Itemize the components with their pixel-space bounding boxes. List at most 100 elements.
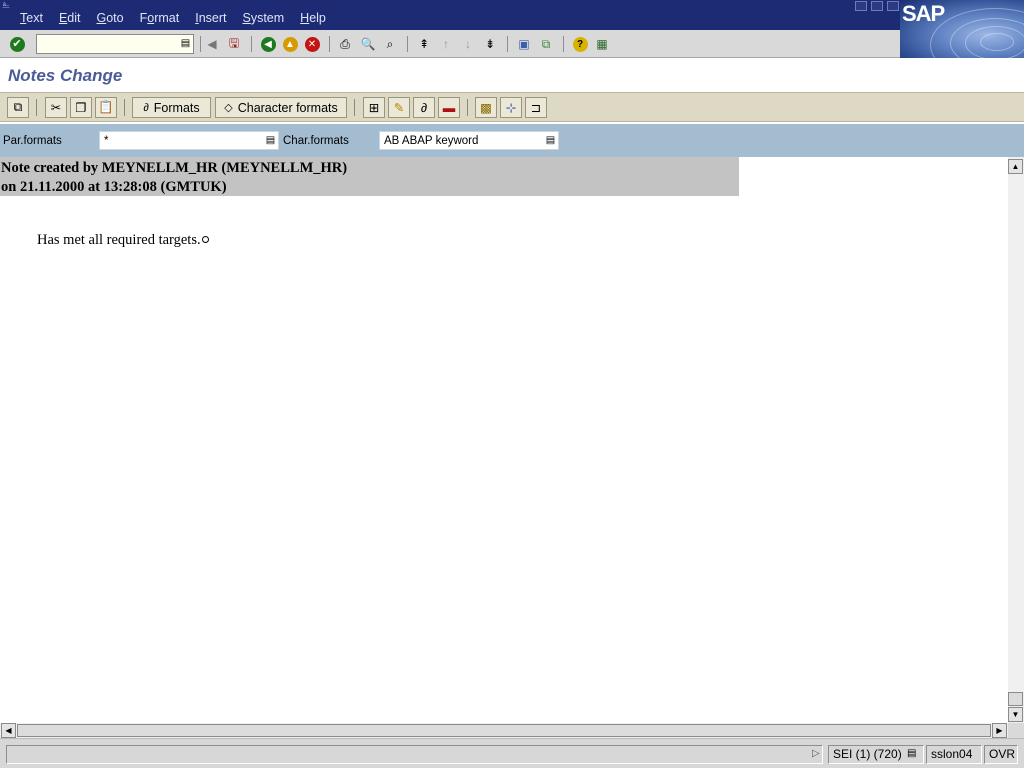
note-body-line[interactable]: Has met all required targets. [37,232,209,249]
insert-mode[interactable]: OVR [984,745,1018,764]
separator [467,99,468,116]
create-session-icon[interactable]: ▣ [515,35,533,53]
insert-command-icon: ⊞ [368,101,380,115]
previous-page-icon[interactable]: ↑ [437,35,455,53]
menu-edit[interactable]: Edit [51,11,89,25]
char-formats-input[interactable] [380,132,540,149]
copy-document-icon: ⧉ [13,100,23,114]
save-icon[interactable]: 🖫 [225,35,243,53]
character-formats-icon: ◇ [224,102,233,114]
paragraph-mark-icon [201,236,209,243]
separator [407,36,408,52]
copy-document-button[interactable]: ⧉ [7,97,29,118]
layout-menu-icon[interactable]: ▦ [593,35,611,53]
note-header-line-1: Note created by MEYNELLM_HR (MEYNELLM_HR… [1,160,348,176]
status-message-area [6,745,823,764]
structure-button[interactable]: ⊹ [500,97,522,118]
shortcut-icon[interactable]: ⧉ [537,35,555,53]
separator [200,36,201,52]
horizontal-scrollbar[interactable]: ◀ ▶ [0,723,1008,738]
menu-text[interactable]: Text [12,11,51,25]
find-next-icon[interactable]: ⌕ [381,35,399,53]
last-page-icon[interactable]: ⇟ [481,35,499,53]
char-formats-label: Char.formats [283,135,349,147]
paste-button[interactable]: 📋 [95,97,117,118]
delete-line-icon: ▬ [442,100,456,115]
enter-icon[interactable]: ✔ [8,35,26,53]
menu: Text Edit Goto Format Insert System Help [12,11,334,25]
par-formats-label: Par.formats [3,135,62,147]
separator [354,99,355,116]
vertical-scrollbar[interactable]: ▲ ▼ [1008,157,1024,723]
status-expand-icon[interactable]: ▷ [812,748,820,759]
application-toolbar: ⧉ ✂ ❐ 📋 ∂ Formats ◇ Character formats ⊞ ✎ … [0,92,1024,122]
command-history-icon[interactable]: ▤ [180,38,191,50]
cancel-icon[interactable]: ✕ [303,35,321,53]
session-list-icon[interactable]: ▤ [907,748,916,759]
scrollbar-corner [1008,723,1024,738]
sap-logo: SAP [902,1,945,26]
format-button[interactable]: ∂ [413,97,435,118]
separator [563,36,564,52]
separator [36,99,37,116]
copy-button[interactable]: ❐ [70,97,92,118]
separator [507,36,508,52]
select-block-button[interactable]: ▩ [475,97,497,118]
print-icon[interactable]: ⎙ [336,35,354,53]
char-formats-dropdown-icon[interactable]: ▤ [545,135,556,147]
cut-button[interactable]: ✂ [45,97,67,118]
edit-pencil-button[interactable]: ✎ [388,97,410,118]
copy-icon: ❐ [75,101,87,115]
menu-format[interactable]: Format [132,11,188,25]
note-editor[interactable]: Note created by MEYNELLM_HR (MEYNELLM_HR… [0,157,1008,723]
formats-icon: ∂ [143,101,149,114]
next-page-icon[interactable]: ↓ [459,35,477,53]
note-header: Note created by MEYNELLM_HR (MEYNELLM_HR… [0,157,739,196]
par-formats-field[interactable]: ▤ [99,131,279,150]
close-window-button[interactable] [887,1,899,11]
minimize-button[interactable] [855,1,867,11]
insert-command-button[interactable]: ⊞ [363,97,385,118]
format-fields-row: Par.formats ▤ Char.formats ▤ [0,124,1024,157]
paste-icon: 📋 [98,100,114,114]
structure-icon: ⊹ [505,101,517,115]
status-bar: ▷ SEI (1) (720) ▤ sslon04 OVR [0,738,1024,768]
select-block-icon: ▩ [480,101,492,115]
title-area: Notes Change [0,58,1024,92]
back-arrow-icon[interactable]: ◀ [203,35,221,53]
scroll-left-icon[interactable]: ◀ [1,723,16,738]
scroll-right-icon[interactable]: ▶ [992,723,1007,738]
menu-goto[interactable]: Goto [88,11,131,25]
separator [329,36,330,52]
formats-button[interactable]: ∂ Formats [132,97,211,118]
exit-icon[interactable]: ▲ [281,35,299,53]
app-menu-icon[interactable]: ⎁ [2,1,14,11]
separator [124,99,125,116]
par-formats-input[interactable] [100,132,260,149]
comment-icon: ⊐ [530,101,542,115]
first-page-icon[interactable]: ⇞ [415,35,433,53]
standard-toolbar: ✔ ▤ ◀ 🖫 ◀ ▲ ✕ ⎙ 🔍 ⌕ ⇞ ↑ ↓ ⇟ ▣ ⧉ ? ▦ [0,30,900,58]
character-formats-button[interactable]: ◇ Character formats [215,97,347,118]
par-formats-dropdown-icon[interactable]: ▤ [265,135,276,147]
pencil-icon: ✎ [393,101,405,115]
menu-insert[interactable]: Insert [187,11,234,25]
menu-system[interactable]: System [234,11,292,25]
delete-line-button[interactable]: ▬ [438,97,460,118]
command-input[interactable] [37,35,173,53]
scroll-down-icon[interactable]: ▼ [1008,707,1023,722]
cut-icon: ✂ [50,101,62,115]
find-icon[interactable]: 🔍 [359,35,377,53]
vertical-scroll-thumb[interactable] [1008,692,1023,706]
command-field[interactable]: ▤ [36,34,194,54]
char-formats-field[interactable]: ▤ [379,131,559,150]
maximize-button[interactable] [871,1,883,11]
comment-button[interactable]: ⊐ [525,97,547,118]
scroll-up-icon[interactable]: ▲ [1008,159,1023,174]
back-icon[interactable]: ◀ [259,35,277,53]
help-icon[interactable]: ? [571,35,589,53]
menu-help[interactable]: Help [292,11,334,25]
format-icon: ∂ [420,100,428,115]
horizontal-scroll-thumb[interactable] [17,724,991,737]
sap-logo-area: SAP [900,0,1024,58]
